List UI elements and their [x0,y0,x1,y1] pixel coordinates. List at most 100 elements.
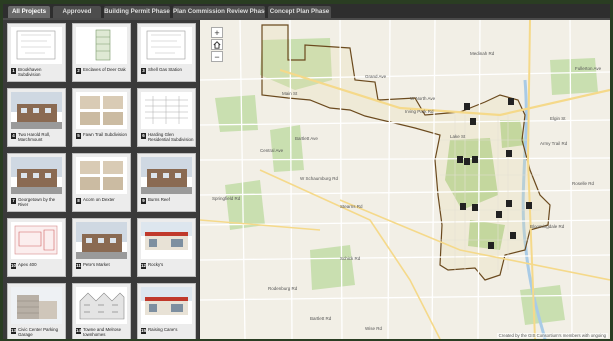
project-title: Rocky's [148,262,164,267]
project-card[interactable]: 5 Fawn Trail Subdivision [72,88,131,147]
project-title: Acorn on Dexter [83,197,115,202]
project-thumbnail [141,157,192,194]
project-card[interactable]: 10 Apex 400 [7,218,66,277]
project-thumbnail [11,27,62,64]
project-title: Shell Gas Station [148,67,182,72]
project-title: Georgetown by the River [18,197,56,207]
project-thumbnail [11,157,62,194]
project-thumbnail [11,222,62,259]
street-label: Central Ave [260,148,284,153]
project-gallery: 1 Brookhaven Subdivision 2 Enclaves of Deer… [3,20,199,339]
street-label: Bartlett Rd [310,316,332,321]
tab-approved[interactable]: Approved [53,6,101,18]
project-marker[interactable] [510,232,516,239]
street-label: Springfield Rd [212,196,241,201]
project-card[interactable]: 12 Rocky's [137,218,196,277]
project-card[interactable]: 6 Harding Glen Residential Subdivision [137,88,196,147]
project-number: 13 [11,328,17,334]
project-marker[interactable] [496,211,502,218]
map-canvas[interactable]: Fullerton Ave W North Ave Grand Ave Main… [200,20,610,339]
tab-plan-commission-review-phase[interactable]: Plan Commission Review Phase [173,6,265,18]
project-thumbnail [76,222,127,259]
project-number: 8 [76,198,81,204]
project-title: Fawn Trail Subdivision [83,132,127,137]
project-thumbnail [11,92,62,129]
project-title: Enclaves of Deer Oak [83,67,126,72]
street-label: Medinah Rd [470,51,495,56]
project-marker[interactable] [457,156,463,163]
street-label: Elgin St [550,116,566,121]
project-title: Raising Cane's [148,327,178,332]
project-map[interactable]: Fullerton Ave W North Ave Grand Ave Main… [200,20,610,339]
project-card[interactable]: 3 Shell Gas Station [137,23,196,82]
project-marker[interactable] [472,204,478,211]
street-label: Schick Rd [340,256,361,261]
project-card[interactable]: 2 Enclaves of Deer Oak [72,23,131,82]
street-label: W North Ave [410,96,436,101]
street-label: Bloomingdale Rd [530,224,565,229]
app-window: All Projects Approved Building Permit Ph… [3,4,610,339]
zoom-out-button[interactable]: − [211,51,223,62]
project-title: Apex 400 [18,262,37,267]
project-thumbnail [76,92,127,129]
project-title: Civic Center Parking Garage [18,327,59,337]
park-area [215,95,258,132]
project-number: 9 [141,198,146,204]
project-title: Harding Glen Residential Subdivision [148,132,194,142]
park-area [520,285,565,325]
project-marker[interactable] [460,203,466,210]
project-marker[interactable] [506,150,512,157]
project-title: Brookhaven Subdivision [18,67,42,77]
project-marker[interactable] [470,118,476,125]
project-number: 3 [141,68,146,74]
project-number: 7 [11,198,16,204]
project-number: 5 [76,133,81,139]
home-button[interactable] [211,39,223,50]
project-number: 1 [11,68,16,74]
project-card[interactable]: 8 Acorn on Dexter [72,153,131,212]
project-card[interactable]: 9 Burns Reef [137,153,196,212]
map-attribution: Created by the GIS Consortium's members … [496,333,608,338]
phase-tab-bar: All Projects Approved Building Permit Ph… [3,4,610,20]
project-title: Burns Reef [148,197,170,202]
project-card[interactable]: 13 Civic Center Parking Garage [7,283,66,339]
tab-building-permit-phase[interactable]: Building Permit Phase [104,6,170,18]
project-marker[interactable] [464,103,470,110]
project-card[interactable]: 7 Georgetown by the River [7,153,66,212]
project-title: Pete's Market [83,262,110,267]
project-card[interactable]: 15 Raising Cane's [137,283,196,339]
street-label: Wise Rd [365,326,382,331]
project-number: 11 [76,263,81,269]
project-number: 2 [76,68,81,74]
project-number: 14 [76,328,82,334]
project-marker[interactable] [506,200,512,207]
street-label: Stearns Rd [340,204,363,209]
project-marker[interactable] [488,242,494,249]
project-thumbnail [76,27,127,64]
project-thumbnail [76,157,127,194]
project-card[interactable]: 11 Pete's Market [72,218,131,277]
project-marker[interactable] [508,98,514,105]
project-card[interactable]: 4 Two Harold Roll, Marchmount [7,88,66,147]
home-icon [213,41,221,49]
project-number: 12 [141,263,147,269]
project-thumbnail [76,287,127,324]
tab-concept-plan-phase[interactable]: Concept Plan Phase [268,6,331,18]
project-marker[interactable] [464,158,470,165]
project-title: Two Harold Roll, Marchmount [18,132,51,142]
tab-all-projects[interactable]: All Projects [8,6,50,18]
street-label: Roselle Rd [572,181,595,186]
street-label: W Schaumburg Rd [300,176,339,181]
street-label: Main St [282,91,298,96]
street-label: Grand Ave [365,74,387,79]
project-number: 6 [141,133,146,139]
street-label: Rodenburg Rd [268,286,298,291]
project-card[interactable]: 1 Brookhaven Subdivision [7,23,66,82]
park-area [550,58,598,95]
project-marker[interactable] [526,202,532,209]
project-card[interactable]: 14 Towne and Melrose townhomes [72,283,131,339]
project-marker[interactable] [472,156,478,163]
zoom-in-button[interactable]: + [211,27,223,38]
project-number: 15 [141,328,147,334]
project-thumbnail [141,222,192,259]
